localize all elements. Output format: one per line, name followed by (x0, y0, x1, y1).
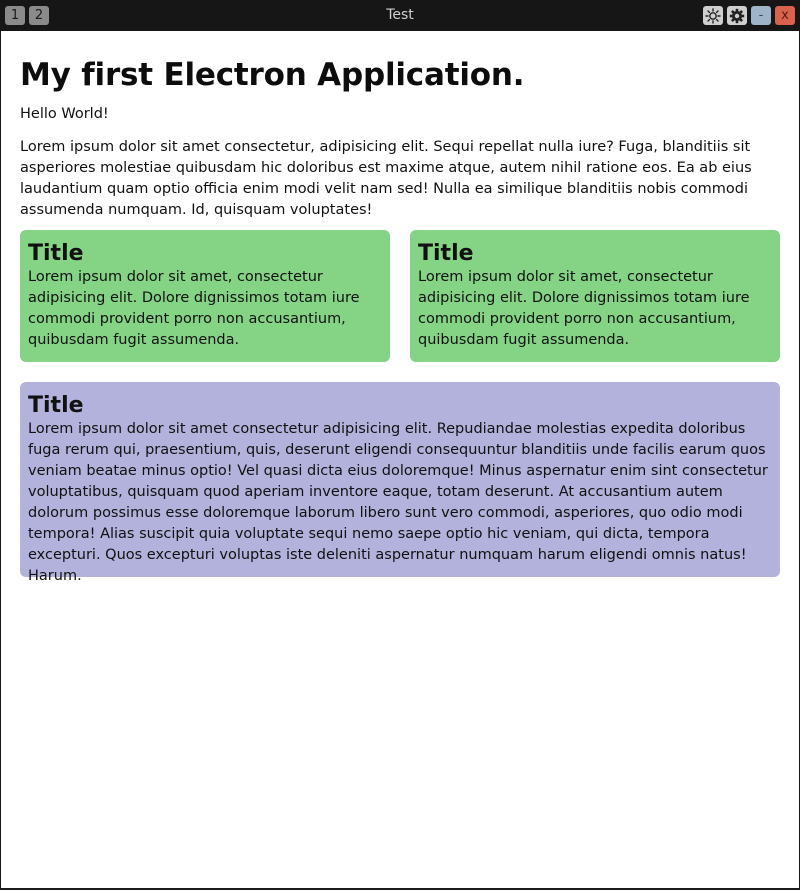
brightness-button[interactable] (703, 6, 723, 25)
card-title: Title (418, 241, 474, 266)
card-row: Title Lorem ipsum dolor sit amet, consec… (20, 230, 780, 362)
settings-button[interactable] (727, 6, 747, 25)
minimize-button[interactable]: - (751, 6, 771, 25)
gear-icon (729, 8, 745, 23)
card-right: Title Lorem ipsum dolor sit amet, consec… (410, 230, 780, 362)
card-text: Lorem ipsum dolor sit amet, consectetur … (418, 269, 750, 348)
intro-paragraph: Lorem ipsum dolor sit amet consectetur, … (20, 139, 752, 218)
card-title: Title (28, 241, 84, 266)
card-text: Lorem ipsum dolor sit amet consectetur a… (28, 421, 768, 584)
card-left: Title Lorem ipsum dolor sit amet, consec… (20, 230, 390, 362)
card-text: Lorem ipsum dolor sit amet, consectetur … (28, 269, 360, 348)
brightness-icon (705, 7, 721, 24)
page-title: My first Electron Application. (20, 57, 525, 93)
card-wide: Title Lorem ipsum dolor sit amet consect… (20, 382, 780, 584)
window-title: Test (386, 7, 414, 23)
card-title: Title (28, 393, 84, 418)
window-titlebar: 1 2 Test - x (0, 0, 800, 31)
close-button[interactable]: x (775, 6, 795, 25)
hello-text: Hello World! (20, 106, 109, 122)
app-content: My first Electron Application. Hello Wor… (1, 31, 799, 888)
